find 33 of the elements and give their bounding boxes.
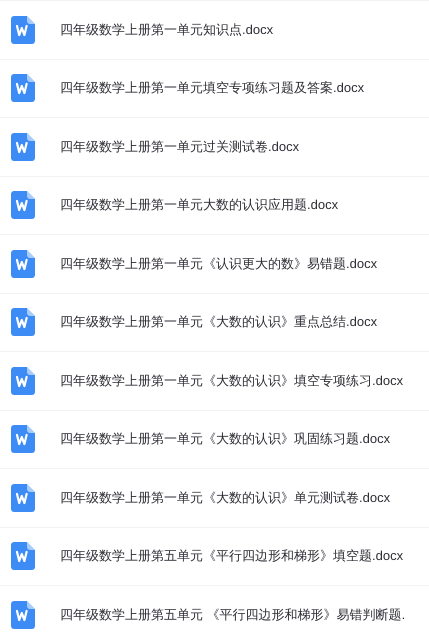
file-name: 四年级数学上册第一单元过关测试卷.docx bbox=[60, 138, 300, 156]
word-document-icon bbox=[11, 191, 35, 220]
file-item[interactable]: 四年级数学上册第一单元《大数的认识》重点总结.docx bbox=[0, 292, 429, 351]
file-item[interactable]: 四年级数学上册第一单元《大数的认识》单元测试卷.docx bbox=[0, 468, 429, 526]
file-name: 四年级数学上册第一单元知识点.docx bbox=[60, 20, 274, 39]
file-item[interactable]: 四年级数学上册第一单元《认识更大的数》易错题.docx bbox=[0, 234, 429, 292]
file-name: 四年级数学上册第五单元《平行四边形和梯形》填空题.docx bbox=[60, 547, 404, 566]
word-document-icon bbox=[11, 308, 35, 336]
file-item[interactable]: 四年级数学上册第一单元《大数的认识》巩固练习题.docx bbox=[0, 410, 429, 468]
word-document-icon bbox=[11, 74, 35, 102]
file-name: 四年级数学上册第一单元《大数的认识》巩固练习题.docx bbox=[60, 430, 390, 448]
file-item[interactable]: 四年级数学上册第五单元《平行四边形和梯形》填空题.docx bbox=[0, 526, 429, 585]
word-document-icon bbox=[11, 542, 35, 570]
word-document-icon bbox=[11, 366, 35, 395]
file-name: 四年级数学上册第一单元大数的认识应用题.docx bbox=[60, 196, 338, 214]
word-document-icon bbox=[11, 484, 35, 512]
file-item[interactable]: 四年级数学上册第一单元《大数的认识》填空专项练习.docx bbox=[0, 351, 429, 410]
word-document-icon bbox=[11, 425, 35, 454]
file-name: 四年级数学上册第一单元《大数的认识》重点总结.docx bbox=[60, 313, 378, 332]
file-name: 四年级数学上册第一单元《认识更大的数》易错题.docx bbox=[60, 254, 378, 273]
word-document-icon bbox=[11, 16, 35, 44]
file-name: 四年级数学上册第五单元 《平行四边形和梯形》易错判断题. bbox=[60, 606, 406, 624]
file-item[interactable]: 四年级数学上册第一单元大数的认识应用题.docx bbox=[0, 176, 429, 234]
file-name: 四年级数学上册第一单元《大数的认识》单元测试卷.docx bbox=[60, 488, 390, 507]
file-item[interactable]: 四年级数学上册第一单元填空专项练习题及答案.docx bbox=[0, 58, 429, 117]
file-item[interactable]: 四年级数学上册第一单元知识点.docx bbox=[0, 0, 429, 58]
file-name: 四年级数学上册第一单元《大数的认识》填空专项练习.docx bbox=[60, 372, 404, 390]
file-name: 四年级数学上册第一单元填空专项练习题及答案.docx bbox=[60, 79, 364, 98]
file-item[interactable]: 四年级数学上册第一单元过关测试卷.docx bbox=[0, 117, 429, 176]
word-document-icon bbox=[11, 600, 35, 629]
word-document-icon bbox=[11, 250, 35, 278]
word-document-icon bbox=[11, 132, 35, 161]
file-item[interactable]: 四年级数学上册第五单元 《平行四边形和梯形》易错判断题. bbox=[0, 585, 429, 633]
